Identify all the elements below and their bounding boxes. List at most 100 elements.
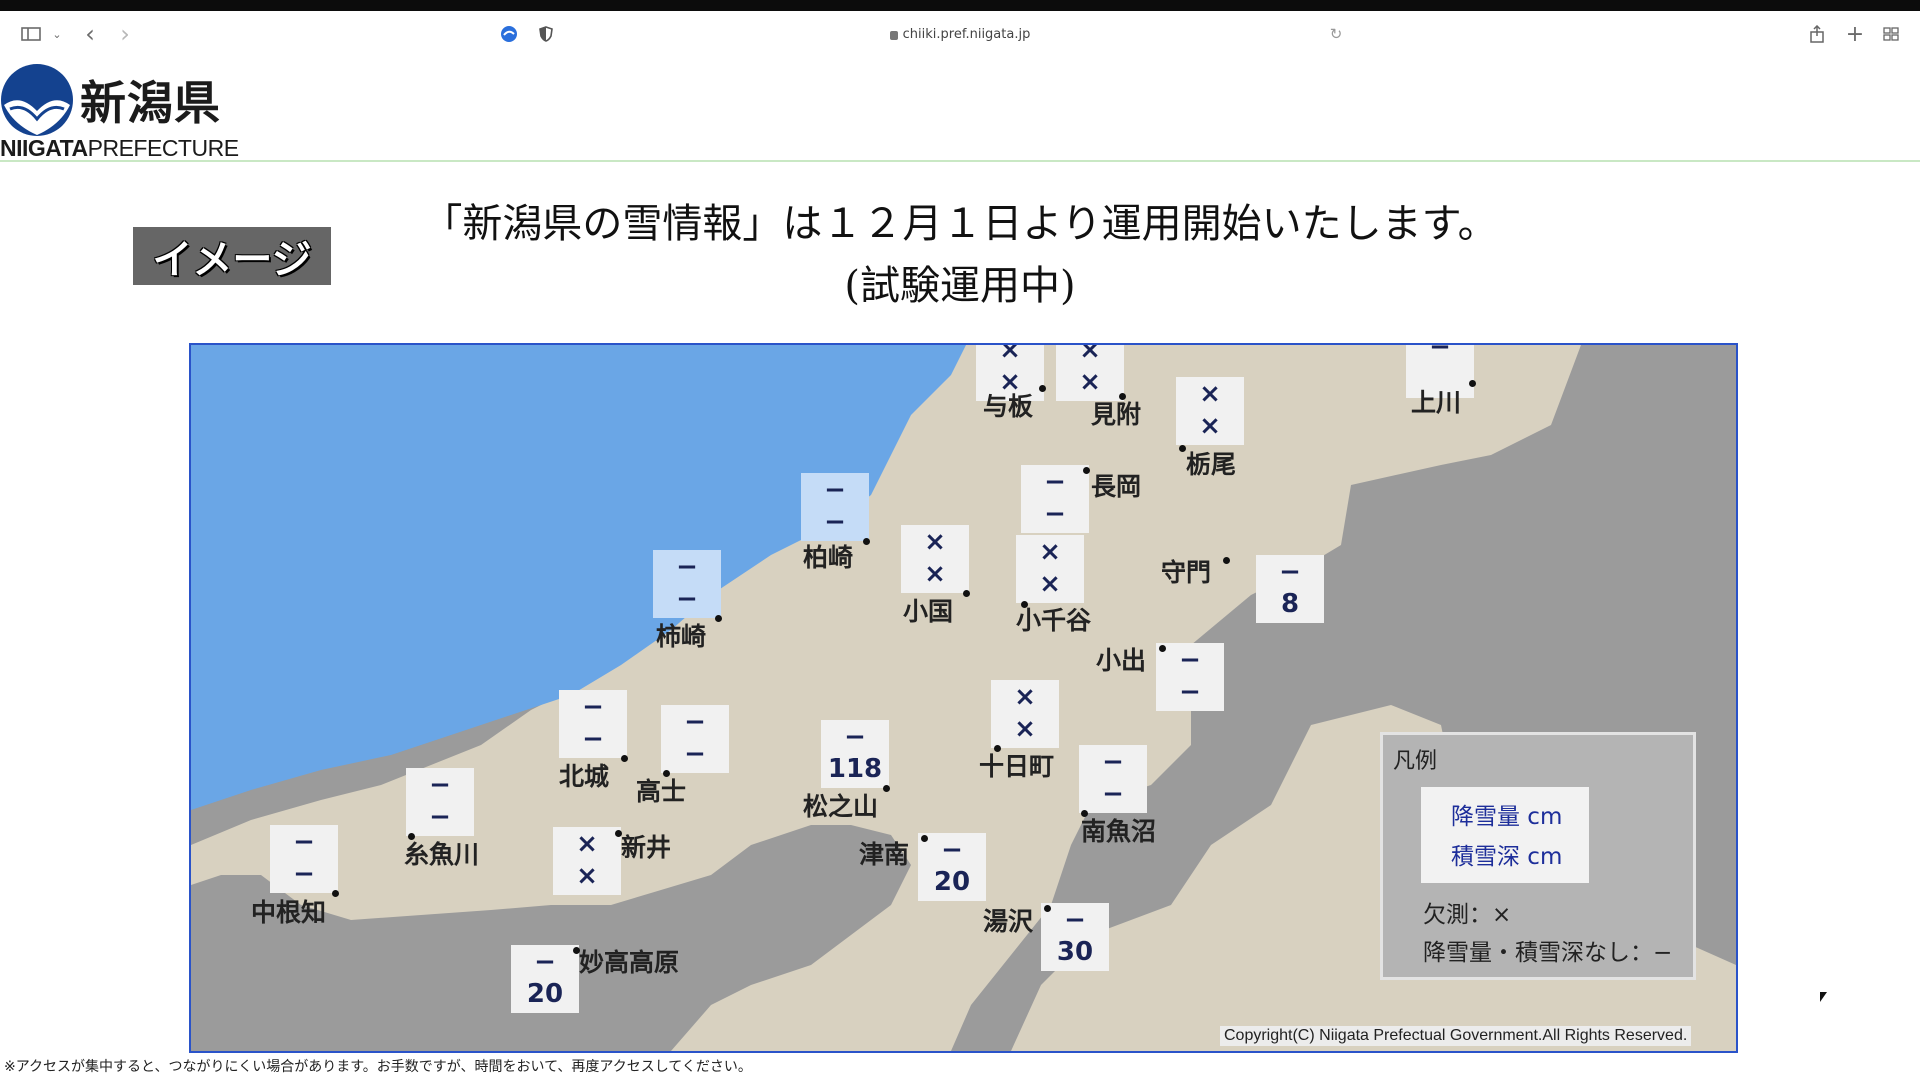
tabs-grid-icon[interactable] xyxy=(1880,23,1902,45)
station-dot-icon xyxy=(1039,385,1046,392)
station-value-box[interactable]: −30 xyxy=(1041,903,1109,971)
legend-depth: 積雪深 cm xyxy=(1451,844,1563,870)
station-snowfall: − xyxy=(1179,645,1201,675)
station-depth: 20 xyxy=(526,979,564,1009)
station-depth: × xyxy=(1079,367,1101,397)
station-name: 中根知 xyxy=(251,898,327,927)
logo-english-rest: PREFECTURE xyxy=(87,135,239,161)
station-name: 小国 xyxy=(903,597,954,626)
station-value-box[interactable]: × × xyxy=(553,827,621,895)
logo-english-bold: NIIGATA xyxy=(0,135,88,161)
station-snowfall: − xyxy=(1429,343,1451,362)
station-depth: − xyxy=(1044,499,1066,529)
station-snowfall: × xyxy=(1199,379,1221,409)
legend-snowfall: 降雪量 cm xyxy=(1451,804,1563,830)
station-name: 松之山 xyxy=(803,792,879,821)
station-value-box[interactable]: −118 xyxy=(821,720,889,788)
legend-missing: 欠測：× xyxy=(1423,902,1512,928)
sidebar-icon[interactable] xyxy=(20,23,42,45)
access-footnote: ※アクセスが集中すると、つながりにくい場合があります。お手数ですが、時間をおいて… xyxy=(4,1059,752,1075)
announcement: 「新潟県の雪情報」は１２月１日より運用開始いたします。 (試験運用中) xyxy=(395,193,1525,317)
mouse-cursor-icon xyxy=(1820,992,1827,1002)
station-dot-icon xyxy=(863,538,870,545)
station-value-box[interactable]: × × xyxy=(901,525,969,593)
address-bar[interactable]: chiiki.pref.niigata.jp xyxy=(572,21,1348,47)
lock-icon xyxy=(889,30,898,40)
station-value-box[interactable]: − − xyxy=(270,825,338,893)
announcement-line1: 「新潟県の雪情報」は１２月１日より運用開始いたします。 xyxy=(422,201,1498,247)
station-snowfall: − xyxy=(1279,557,1301,587)
station-snowfall: − xyxy=(941,835,963,865)
station-name: 南魚沼 xyxy=(1081,817,1157,846)
station-name: 守門 xyxy=(1161,558,1212,587)
station-dot-icon xyxy=(332,890,339,897)
image-badge: イメージ xyxy=(133,227,331,285)
station-value-box[interactable]: −8 xyxy=(1256,555,1324,623)
station-snowfall: × xyxy=(1014,682,1036,712)
site-header: 新潟県 NIIGATAPREFECTURE xyxy=(0,57,1920,162)
station-value-box[interactable]: − − xyxy=(1156,643,1224,711)
shield-icon[interactable] xyxy=(535,23,557,45)
legend-title: 凡例 xyxy=(1393,749,1438,774)
station-depth: 118 xyxy=(827,754,883,784)
station-snowfall: × xyxy=(1039,537,1061,567)
legend-sample-box: 降雪量 cm 積雪深 cm xyxy=(1421,787,1589,883)
back-icon[interactable]: ‹ xyxy=(80,20,100,48)
station-value-box[interactable]: −20 xyxy=(918,833,986,901)
station-depth: 30 xyxy=(1056,937,1094,967)
station-name: 与板 xyxy=(983,392,1034,421)
station-value-box[interactable]: × × xyxy=(991,680,1059,748)
share-icon[interactable] xyxy=(1806,23,1828,45)
station-snowfall: − xyxy=(429,770,451,800)
station-depth: − xyxy=(676,584,698,614)
station-depth: × xyxy=(1014,714,1036,744)
station-snowfall: − xyxy=(824,475,846,505)
station-name: 見附 xyxy=(1091,400,1142,429)
station-snowfall: × xyxy=(1079,343,1101,365)
station-value-box[interactable]: × × xyxy=(1176,377,1244,445)
station-name: 糸魚川 xyxy=(404,840,480,869)
station-name: 津南 xyxy=(859,840,910,869)
reload-icon[interactable]: ↻ xyxy=(1325,23,1347,45)
station-value-box[interactable]: − − xyxy=(1021,465,1089,533)
station-snowfall: − xyxy=(684,707,706,737)
logo-english: NIIGATAPREFECTURE xyxy=(0,135,239,162)
station-value-box[interactable]: − − xyxy=(406,768,474,836)
station-name: 栃尾 xyxy=(1186,450,1237,479)
station-name: 小出 xyxy=(1096,646,1147,675)
station-depth: × xyxy=(1199,411,1221,441)
station-name: 妙高高原 xyxy=(579,948,680,977)
station-value-box[interactable]: −20 xyxy=(511,945,579,1013)
station-depth: × xyxy=(924,559,946,589)
station-dot-icon xyxy=(1044,905,1051,912)
station-value-box[interactable]: − − xyxy=(1079,745,1147,813)
station-name: 十日町 xyxy=(979,752,1055,781)
chevron-down-icon[interactable]: ⌄ xyxy=(50,23,64,45)
prefecture-emblem-icon[interactable] xyxy=(0,63,74,137)
plus-icon[interactable]: + xyxy=(1844,22,1866,47)
top-strip xyxy=(0,0,1920,11)
station-name: 柿崎 xyxy=(656,622,707,651)
station-value-box[interactable]: − − xyxy=(661,705,729,773)
forward-icon[interactable]: › xyxy=(115,20,135,48)
station-value-box[interactable]: − − xyxy=(653,550,721,618)
browser-toolbar: ⌄ ‹ › chiiki.pref.niigata.jp ↻ + xyxy=(0,11,1920,57)
station-name: 新井 xyxy=(621,833,672,862)
station-value-box[interactable]: × × xyxy=(1056,343,1124,401)
station-value-box[interactable]: × × xyxy=(1016,535,1084,603)
announcement-line2: (試験運用中) xyxy=(844,263,1076,309)
station-name: 小千谷 xyxy=(1016,606,1092,635)
station-value-box[interactable]: − − xyxy=(801,473,869,541)
station-dot-icon xyxy=(1083,467,1090,474)
station-depth: − xyxy=(429,802,451,832)
station-dot-icon xyxy=(1159,645,1166,652)
station-value-box[interactable]: − − xyxy=(559,690,627,758)
station-snowfall: − xyxy=(1064,905,1086,935)
station-depth: − xyxy=(824,507,846,537)
station-snowfall: × xyxy=(999,343,1021,365)
station-dot-icon xyxy=(963,590,970,597)
station-dot-icon xyxy=(1223,557,1230,564)
edge-icon[interactable] xyxy=(498,23,520,45)
station-depth: × xyxy=(576,861,598,891)
station-dot-icon xyxy=(883,785,890,792)
